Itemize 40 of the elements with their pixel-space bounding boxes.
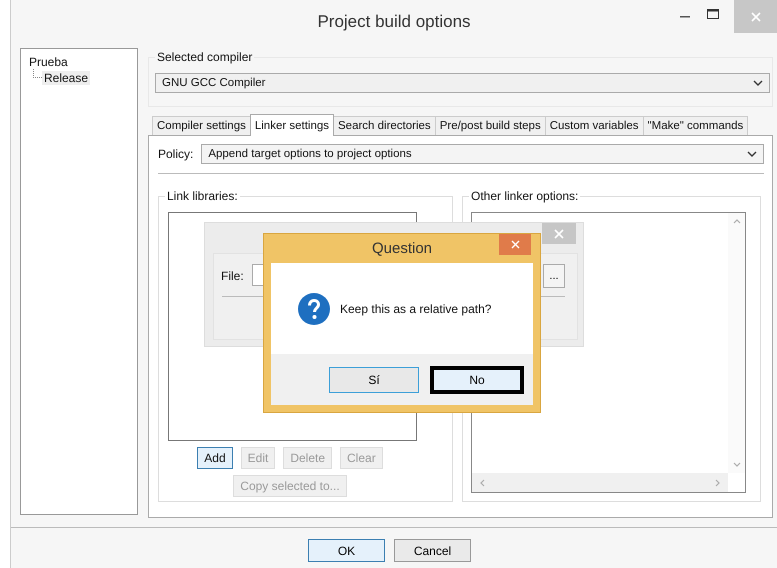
close-icon <box>510 240 520 249</box>
tab[interactable]: Compiler settings <box>152 116 251 135</box>
chevron-right-icon[interactable] <box>715 478 720 486</box>
group-label: Selected compiler <box>155 50 254 64</box>
tree-item[interactable]: Prueba <box>27 55 70 69</box>
tab[interactable]: "Make" commands <box>642 116 748 135</box>
chevron-down-icon[interactable] <box>732 462 740 467</box>
add-button[interactable]: Add <box>197 447 233 469</box>
compiler-dropdown[interactable]: GNU GCC Compiler <box>155 73 770 93</box>
policy-label: Policy: <box>158 147 194 161</box>
tab[interactable]: Linker settings <box>250 114 334 136</box>
maximize-icon[interactable] <box>706 7 720 21</box>
dialog-message: Keep this as a relative path? <box>340 302 492 316</box>
chevron-up-icon[interactable] <box>732 219 740 224</box>
close-button[interactable] <box>542 223 576 244</box>
vertical-scrollbar[interactable] <box>728 213 745 473</box>
close-button[interactable] <box>734 0 777 33</box>
chevron-down-icon <box>747 151 757 157</box>
no-button[interactable]: No <box>430 366 524 394</box>
policy-dropdown[interactable]: Append target options to project options <box>201 144 764 164</box>
tab[interactable]: Custom variables <box>544 116 644 135</box>
chevron-down-icon <box>753 80 763 86</box>
ok-button[interactable]: OK <box>308 539 385 562</box>
close-icon <box>554 228 564 238</box>
window-title: Project build options <box>317 12 471 32</box>
horizontal-scrollbar[interactable] <box>472 473 728 492</box>
group-label: Other linker options: <box>469 189 580 203</box>
chevron-left-icon[interactable] <box>480 478 485 486</box>
tab[interactable]: Pre/post build steps <box>434 116 546 135</box>
question-icon <box>298 292 330 324</box>
file-label: File: <box>221 269 244 283</box>
tree-item[interactable]: Release <box>42 71 90 85</box>
close-button[interactable] <box>499 234 531 255</box>
tab[interactable]: Search directories <box>333 116 436 135</box>
dialog-title: Question <box>372 240 432 257</box>
browse-button[interactable]: ... <box>543 264 565 288</box>
cancel-button[interactable]: Cancel <box>394 539 471 562</box>
close-icon <box>750 12 760 22</box>
group-label: Link libraries: <box>165 189 240 203</box>
yes-button[interactable]: Sí <box>329 366 419 392</box>
